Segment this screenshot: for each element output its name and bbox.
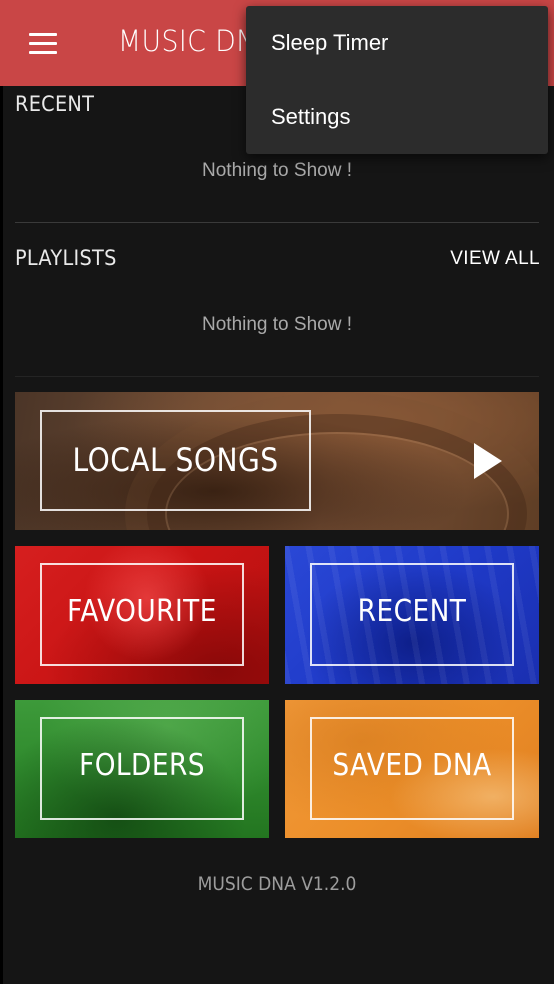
app-version: MUSIC DNA V1.2.0	[197, 873, 357, 895]
local-songs-tile[interactable]: LOCAL SONGS	[15, 392, 539, 530]
folders-label: FOLDERS	[79, 748, 205, 783]
recent-section-title: RECENT	[15, 92, 95, 116]
favourite-tile[interactable]: FAVOURITE	[15, 546, 269, 684]
local-songs-label: LOCAL SONGS	[72, 441, 279, 479]
view-all-button[interactable]: VIEW ALL	[450, 248, 540, 270]
overflow-menu: Sleep Timer Settings	[246, 6, 548, 154]
playlists-section-title: PLAYLISTS	[15, 246, 117, 270]
recent-divider	[15, 222, 539, 223]
recent-tile-label: RECENT	[357, 594, 467, 629]
saved-dna-tile[interactable]: SAVED DNA	[285, 700, 539, 838]
recent-empty-text: Nothing to Show !	[202, 160, 352, 181]
folders-tile[interactable]: FOLDERS	[15, 700, 269, 838]
play-icon[interactable]	[474, 443, 502, 479]
saved-dna-label: SAVED DNA	[332, 748, 492, 783]
left-edge	[0, 86, 3, 984]
menu-item-settings[interactable]: Settings	[246, 80, 548, 154]
favourite-label: FAVOURITE	[67, 594, 217, 629]
playlists-empty-text: Nothing to Show !	[202, 314, 352, 335]
app-title: MUSIC DN	[118, 24, 257, 58]
app-screen: MUSIC DN RECENT Nothing to Show ! PLAYLI…	[0, 0, 554, 984]
playlists-divider	[15, 376, 539, 377]
menu-item-sleep-timer[interactable]: Sleep Timer	[246, 6, 548, 80]
menu-item-label: Sleep Timer	[271, 30, 389, 55]
menu-item-label: Settings	[271, 104, 351, 129]
hamburger-menu-icon[interactable]	[20, 24, 66, 62]
recent-tile[interactable]: RECENT	[285, 546, 539, 684]
